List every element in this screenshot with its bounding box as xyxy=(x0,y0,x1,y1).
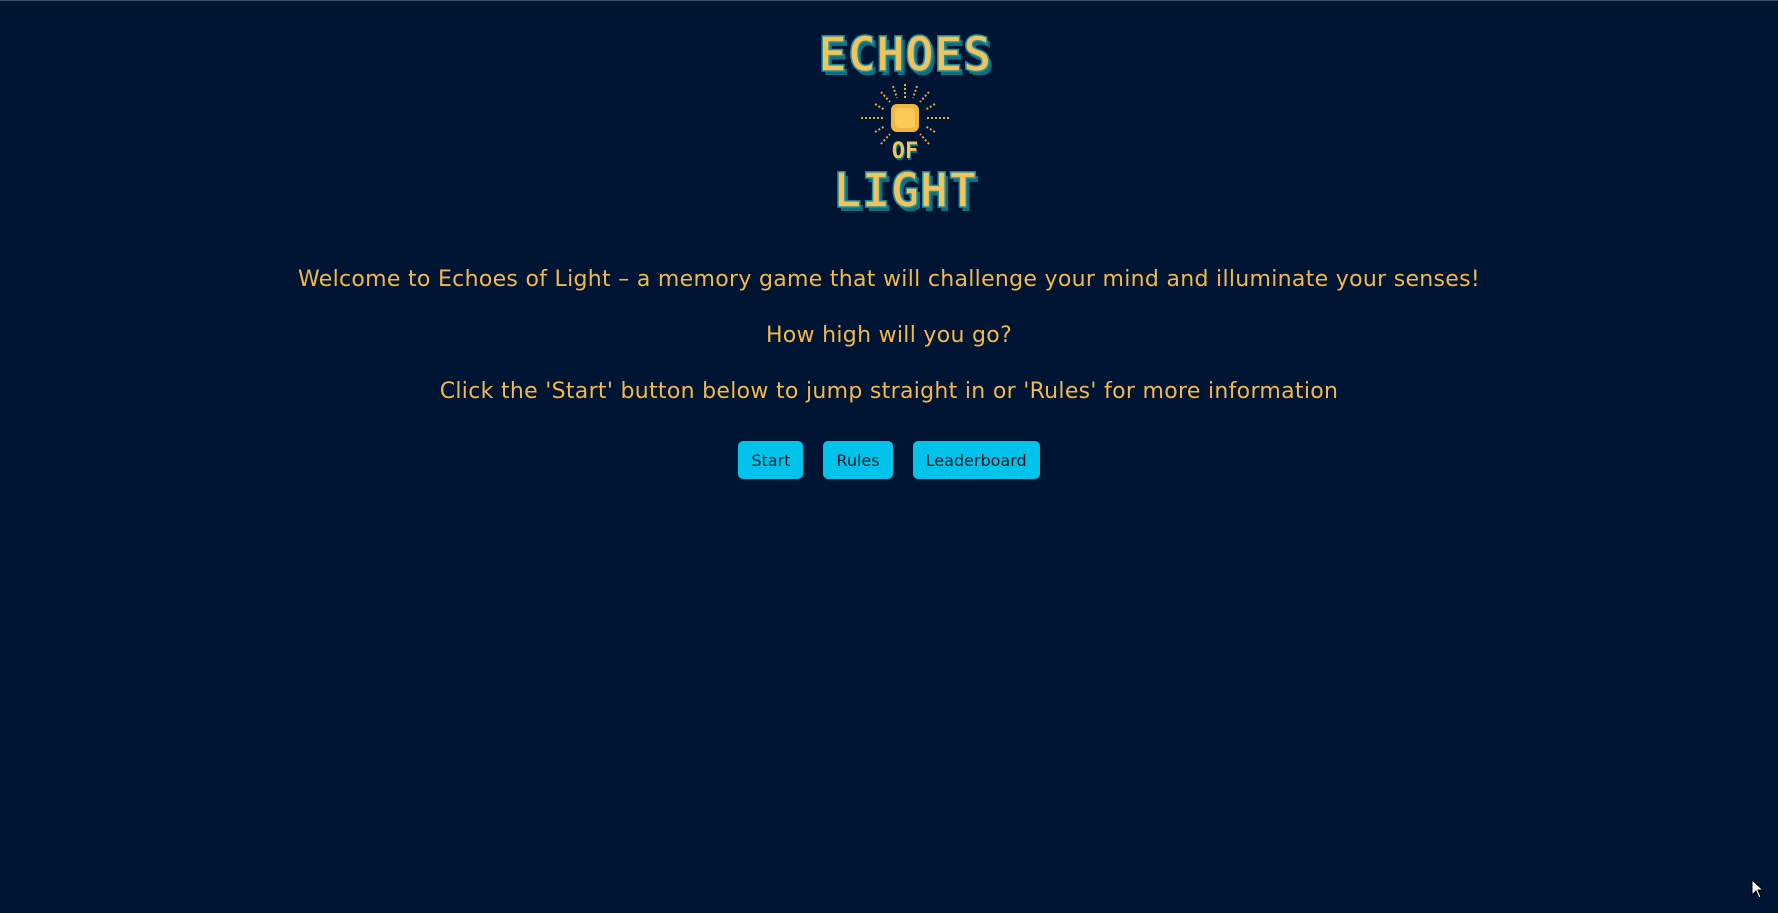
leaderboard-button[interactable]: Leaderboard xyxy=(912,441,1040,479)
logo-light: LIGHT LIGHT xyxy=(832,162,980,219)
menu-buttons: Start Rules Leaderboard xyxy=(0,441,1778,479)
logo-line3: LIGHT xyxy=(833,163,978,219)
logo-line1: ECHOES xyxy=(818,27,991,83)
game-logo: ECHOES ECHOES OF OF LIGHT LIGHT xyxy=(796,17,1014,219)
logo-graphic: ECHOES ECHOES OF OF LIGHT LIGHT xyxy=(818,26,995,219)
logo-line2: OF xyxy=(892,139,919,164)
mouse-cursor-icon xyxy=(1751,879,1765,899)
start-button[interactable]: Start xyxy=(738,441,804,479)
logo-echoes: ECHOES ECHOES xyxy=(818,26,995,87)
welcome-text: Welcome to Echoes of Light – a memory ga… xyxy=(297,267,1481,292)
instruction-text: Click the 'Start' button below to jump s… xyxy=(439,379,1339,404)
logo-of: OF OF xyxy=(892,139,920,166)
question-text: How high will you go? xyxy=(765,323,1013,348)
sun-icon xyxy=(861,84,949,145)
rules-button[interactable]: Rules xyxy=(823,441,893,479)
